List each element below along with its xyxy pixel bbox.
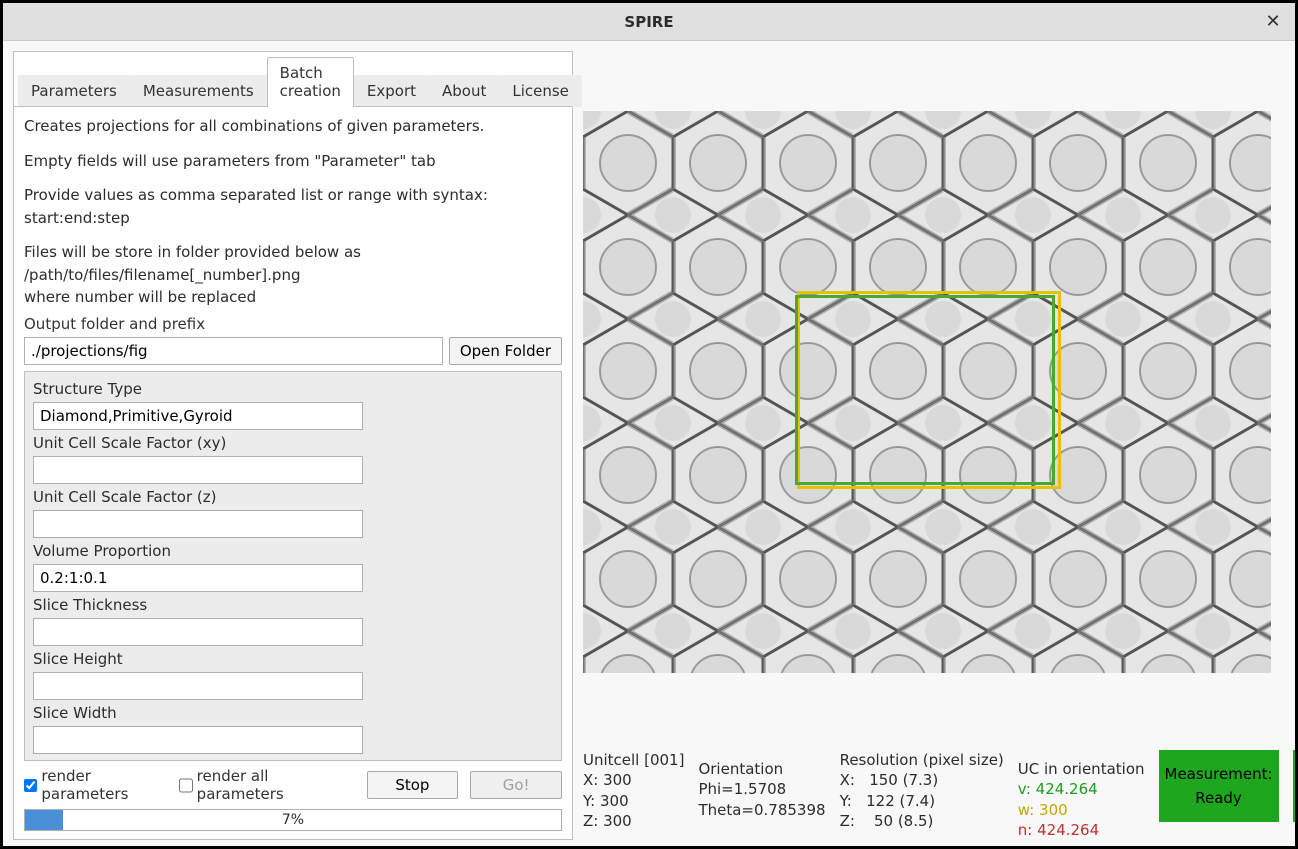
field-label: Slice Thickness bbox=[33, 596, 553, 614]
output-path-input[interactable] bbox=[24, 337, 443, 365]
unitcell-status: Unitcell [001] X: 300 Y: 300 Z: 300 bbox=[583, 750, 684, 831]
resolution-status: Resolution (pixel size) X: 150 (7.3) Y: … bbox=[840, 750, 1004, 831]
output-label: Output folder and prefix bbox=[24, 315, 562, 333]
open-folder-button[interactable]: Open Folder bbox=[449, 337, 562, 365]
scale-xy-input[interactable] bbox=[33, 456, 363, 484]
tab-parameters[interactable]: Parameters bbox=[18, 75, 130, 107]
projection-ready-badge: ProjectionReady bbox=[1293, 750, 1295, 822]
help-text: Creates projections for all combinations… bbox=[24, 115, 562, 315]
render-all-check[interactable]: render all parameters bbox=[179, 767, 342, 803]
structure-type-input[interactable] bbox=[33, 402, 363, 430]
tab-bar: Parameters Measurements Batch creation E… bbox=[14, 52, 572, 106]
status-row: Unitcell [001] X: 300 Y: 300 Z: 300 Orie… bbox=[583, 750, 1295, 840]
stop-button[interactable]: Stop bbox=[367, 771, 459, 799]
overlay-box-green bbox=[795, 295, 1055, 485]
tab-content: Creates projections for all combinations… bbox=[14, 106, 572, 839]
help-line: Files will be store in folder provided b… bbox=[24, 241, 562, 309]
fields-scroll[interactable]: Structure Type Unit Cell Scale Factor (x… bbox=[24, 371, 562, 762]
orientation-status: Orientation Phi=1.5708 Theta=0.785398 bbox=[698, 750, 825, 820]
measurement-ready-badge: Measurement:Ready bbox=[1159, 750, 1279, 822]
tab-export[interactable]: Export bbox=[354, 75, 429, 107]
projection-viewport[interactable] bbox=[583, 111, 1271, 673]
field-label: Slice Width bbox=[33, 704, 553, 722]
tab-about[interactable]: About bbox=[429, 75, 499, 107]
field-label: Slice Height bbox=[33, 650, 553, 668]
help-line: Provide values as comma separated list o… bbox=[24, 184, 562, 229]
scale-z-input[interactable] bbox=[33, 510, 363, 538]
titlebar: SPIRE ✕ bbox=[3, 3, 1295, 41]
help-line: Empty fields will use parameters from "P… bbox=[24, 150, 562, 173]
slice-height-input[interactable] bbox=[33, 672, 363, 700]
window-title: SPIRE bbox=[624, 13, 673, 31]
tab-measurements[interactable]: Measurements bbox=[130, 75, 267, 107]
field-label: Structure Type bbox=[33, 380, 553, 398]
progress-bar: 7% bbox=[24, 809, 562, 831]
field-label: Unit Cell Scale Factor (z) bbox=[33, 488, 553, 506]
left-panel: Parameters Measurements Batch creation E… bbox=[13, 51, 573, 840]
tab-license[interactable]: License bbox=[499, 75, 582, 107]
help-line: Creates projections for all combinations… bbox=[24, 115, 562, 138]
close-icon[interactable]: ✕ bbox=[1261, 9, 1285, 33]
tab-batch-creation[interactable]: Batch creation bbox=[267, 57, 354, 107]
volume-proportion-input[interactable] bbox=[33, 564, 363, 592]
render-params-check[interactable]: render parameters bbox=[24, 767, 167, 803]
uc-orientation-status: UC in orientation v: 424.264 w: 300 n: 4… bbox=[1018, 750, 1145, 840]
slice-width-input[interactable] bbox=[33, 726, 363, 754]
slice-thickness-input[interactable] bbox=[33, 618, 363, 646]
field-label: Unit Cell Scale Factor (xy) bbox=[33, 434, 553, 452]
go-button[interactable]: Go! bbox=[470, 771, 562, 799]
field-label: Volume Proportion bbox=[33, 542, 553, 560]
right-panel: Unitcell [001] X: 300 Y: 300 Z: 300 Orie… bbox=[583, 51, 1295, 840]
